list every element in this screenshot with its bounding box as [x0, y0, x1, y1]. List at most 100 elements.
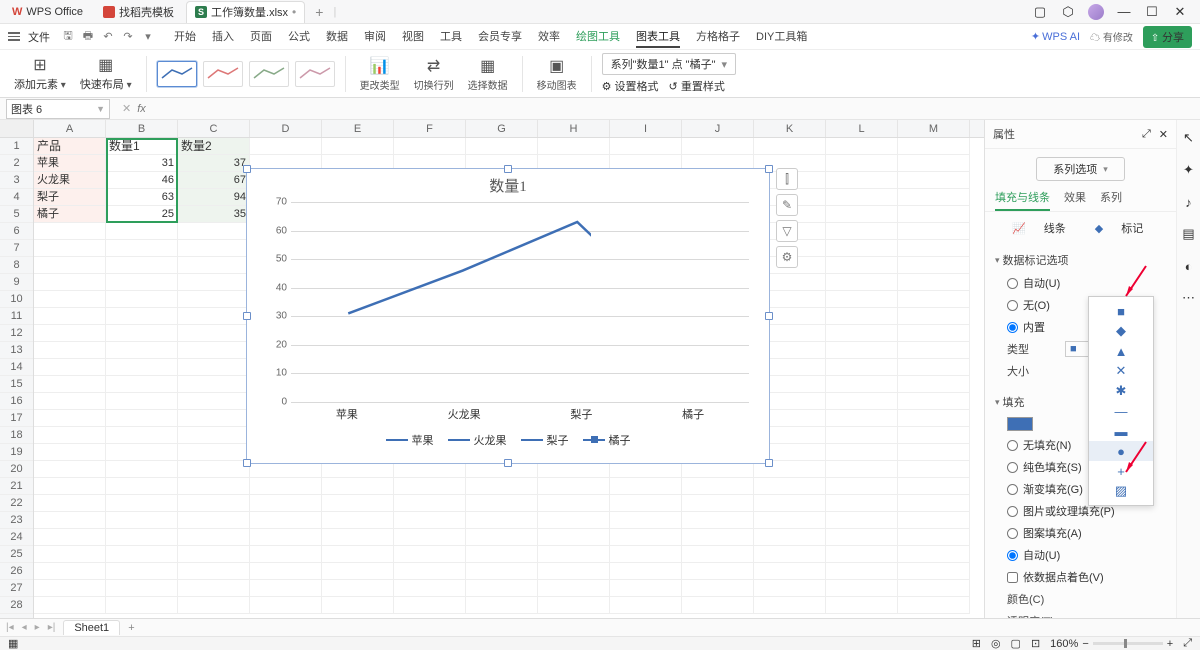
cell[interactable] [538, 546, 610, 563]
cell[interactable] [898, 478, 970, 495]
undo-icon[interactable]: ↶ [100, 29, 116, 45]
quick-layout-button[interactable]: ▦快速布局 ▾ [76, 55, 136, 92]
status-grid-icon[interactable]: ▦ [8, 637, 18, 650]
cell[interactable] [250, 512, 322, 529]
cell[interactable]: 25 [106, 206, 178, 223]
cell[interactable] [178, 563, 250, 580]
rside-more-icon[interactable]: ⋯ [1181, 290, 1197, 306]
cell[interactable] [106, 563, 178, 580]
win-box-icon[interactable]: ▢ [1032, 4, 1048, 20]
cell[interactable] [682, 138, 754, 155]
resize-handle[interactable] [765, 459, 773, 467]
redo-icon[interactable]: ↷ [120, 29, 136, 45]
row-header[interactable]: 25 [0, 546, 33, 563]
cell[interactable] [826, 206, 898, 223]
minimize-icon[interactable]: — [1116, 4, 1132, 20]
cell[interactable]: 苹果 [34, 155, 106, 172]
cell[interactable] [898, 444, 970, 461]
cell[interactable] [34, 495, 106, 512]
resize-handle[interactable] [243, 312, 251, 320]
fx-icon[interactable]: fx [137, 103, 146, 115]
row-header[interactable]: 10 [0, 291, 33, 308]
cell[interactable] [178, 597, 250, 614]
cell[interactable] [250, 580, 322, 597]
cell[interactable] [250, 529, 322, 546]
formula-input[interactable] [152, 103, 1194, 115]
cell[interactable] [538, 529, 610, 546]
cell[interactable] [106, 223, 178, 240]
cell[interactable] [250, 478, 322, 495]
cell[interactable] [178, 393, 250, 410]
col-header[interactable]: E [322, 120, 394, 137]
panel-pin-icon[interactable]: ⤢ [1142, 128, 1151, 141]
mtab-member[interactable]: 会员专享 [478, 26, 522, 48]
close-icon[interactable]: • [292, 5, 296, 19]
cell[interactable] [538, 580, 610, 597]
cell[interactable] [826, 138, 898, 155]
cell[interactable] [106, 427, 178, 444]
cell[interactable] [826, 546, 898, 563]
cell[interactable] [34, 393, 106, 410]
row-header[interactable]: 4 [0, 189, 33, 206]
cell[interactable]: 梨子 [34, 189, 106, 206]
cell[interactable] [898, 274, 970, 291]
cell[interactable] [538, 138, 610, 155]
cell[interactable] [178, 291, 250, 308]
cell[interactable] [610, 563, 682, 580]
cell[interactable] [826, 155, 898, 172]
col-header[interactable]: H [538, 120, 610, 137]
cell[interactable]: 63 [106, 189, 178, 206]
chart-filter-icon[interactable]: ▽ [776, 220, 798, 242]
mtab-fang[interactable]: 方格格子 [696, 26, 740, 48]
cell[interactable] [826, 427, 898, 444]
cell[interactable] [34, 546, 106, 563]
reset-format-button[interactable]: ↺ 重置样式 [669, 78, 725, 94]
mtab-chart[interactable]: 图表工具 [636, 26, 680, 48]
cell[interactable] [250, 546, 322, 563]
cell[interactable] [394, 138, 466, 155]
col-header[interactable]: F [394, 120, 466, 137]
col-header[interactable]: J [682, 120, 754, 137]
ptab-fill[interactable]: 填充与线条 [995, 189, 1050, 211]
cell[interactable] [826, 325, 898, 342]
cell[interactable] [898, 376, 970, 393]
cell[interactable] [178, 274, 250, 291]
fx-cancel-icon[interactable]: ✕ [122, 102, 131, 115]
cell[interactable] [538, 495, 610, 512]
row-header[interactable]: 27 [0, 580, 33, 597]
cell[interactable] [826, 189, 898, 206]
cell[interactable]: 37 [178, 155, 250, 172]
cell[interactable] [178, 529, 250, 546]
cell[interactable] [322, 563, 394, 580]
cell[interactable] [322, 495, 394, 512]
cell[interactable] [106, 512, 178, 529]
cell[interactable] [610, 478, 682, 495]
cell[interactable] [394, 597, 466, 614]
view-target-icon[interactable]: ◎ [991, 637, 1001, 650]
cell[interactable] [898, 240, 970, 257]
close-window-icon[interactable]: ✕ [1172, 4, 1188, 20]
cell[interactable] [34, 325, 106, 342]
cell[interactable] [106, 240, 178, 257]
swap-rowcol-button[interactable]: ⇄切换行列 [410, 56, 458, 92]
add-element-button[interactable]: ⊞添加元素 ▾ [10, 55, 70, 92]
col-header[interactable]: G [466, 120, 538, 137]
avatar[interactable] [1088, 4, 1104, 20]
cell[interactable] [826, 461, 898, 478]
cell[interactable] [34, 376, 106, 393]
cell[interactable] [610, 138, 682, 155]
cell[interactable] [898, 546, 970, 563]
cell[interactable] [466, 495, 538, 512]
expand-icon[interactable]: ⤢ [1183, 637, 1192, 650]
cell[interactable]: 产品 [34, 138, 106, 155]
cell[interactable] [34, 580, 106, 597]
cell[interactable] [34, 597, 106, 614]
cell[interactable] [682, 597, 754, 614]
cell[interactable] [178, 410, 250, 427]
cell[interactable] [826, 240, 898, 257]
cell[interactable] [178, 478, 250, 495]
cell[interactable] [34, 444, 106, 461]
cell[interactable] [178, 546, 250, 563]
cell[interactable] [466, 512, 538, 529]
cell[interactable] [754, 512, 826, 529]
